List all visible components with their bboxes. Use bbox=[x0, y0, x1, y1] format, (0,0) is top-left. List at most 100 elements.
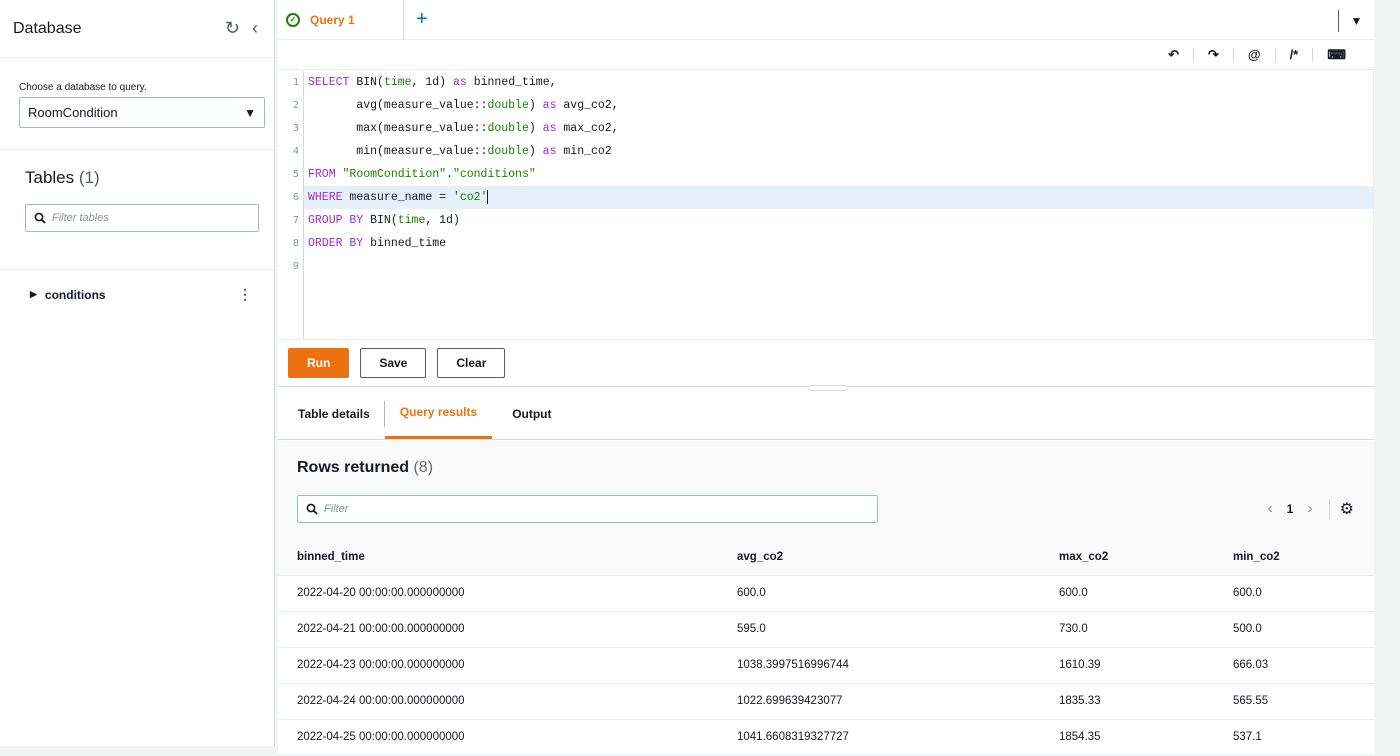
table-cell: 1038.3997516996744 bbox=[718, 647, 1040, 684]
code-token: max_co2, bbox=[556, 122, 619, 135]
rows-returned-title: Rows returned (8) bbox=[297, 459, 433, 477]
query-editor-main: ✓ Query 1 + ▼ ↶ ↷ @ /* ⌨ 1 2 3 4 5 6 7 8 9 SELEC… bbox=[278, 0, 1374, 756]
line-number-gutter: 1 2 3 4 5 6 7 8 9 bbox=[278, 71, 304, 339]
code-token: min bbox=[308, 145, 378, 158]
code-token: GROUP BY bbox=[308, 214, 364, 227]
sidebar-title: Database bbox=[13, 19, 82, 37]
code-token: ORDER BY bbox=[308, 237, 364, 250]
tab-query-1[interactable]: ✓ Query 1 bbox=[278, 0, 404, 40]
line-number: 8 bbox=[292, 238, 299, 249]
column-header[interactable]: avg_co2 bbox=[718, 539, 1040, 576]
table-cell: 600.0 bbox=[1214, 575, 1374, 612]
code-token: as bbox=[535, 122, 557, 135]
page-scrollbar[interactable] bbox=[1374, 0, 1400, 746]
caret-down-icon: ▼ bbox=[1350, 14, 1363, 28]
insert-variable-icon[interactable]: @ bbox=[1234, 47, 1276, 62]
tables-title: Tables (1) bbox=[25, 168, 258, 188]
column-header[interactable]: binned_time bbox=[278, 539, 718, 576]
code-token: 1d bbox=[425, 76, 440, 89]
table-cell: 2022-04-23 00:00:00.000000000 bbox=[278, 647, 718, 684]
code-token: time bbox=[397, 214, 426, 227]
table-cell: 600.0 bbox=[718, 575, 1040, 612]
database-select[interactable]: RoomCondition ▼ bbox=[19, 97, 265, 128]
text-cursor bbox=[487, 189, 489, 204]
tab-output[interactable]: Output bbox=[492, 388, 566, 439]
tab-table-details[interactable]: Table details bbox=[283, 388, 385, 439]
code-line[interactable]: GROUP BY BIN(time, 1d) bbox=[304, 209, 1373, 232]
code-area[interactable]: SELECT BIN(time, 1d) as binned_time, avg… bbox=[304, 71, 1373, 278]
page-number[interactable]: 1 bbox=[1281, 502, 1300, 516]
table-cell: 1610.39 bbox=[1040, 647, 1214, 684]
query-tab-bar: ✓ Query 1 + ▼ bbox=[278, 0, 1374, 40]
next-page-icon[interactable]: › bbox=[1299, 500, 1320, 518]
code-token: ( bbox=[377, 76, 384, 89]
table-cell: 1835.33 bbox=[1040, 683, 1214, 720]
redo-icon[interactable]: ↷ bbox=[1194, 47, 1234, 62]
code-token: , bbox=[411, 76, 426, 89]
keyboard-icon[interactable]: ⌨ bbox=[1313, 47, 1360, 62]
database-label: Choose a database to query. bbox=[19, 82, 147, 93]
code-line[interactable]: max(measure_value::double) as max_co2, bbox=[304, 117, 1373, 140]
table-row: 2022-04-21 00:00:00.000000000 595.0 730.… bbox=[278, 611, 1374, 648]
line-number: 3 bbox=[292, 123, 299, 134]
code-line[interactable]: avg(measure_value::double) as avg_co2, bbox=[304, 94, 1373, 117]
table-cell: 2022-04-25 00:00:00.000000000 bbox=[278, 719, 718, 756]
code-token: binned_time, bbox=[466, 76, 557, 89]
add-tab-icon[interactable]: + bbox=[416, 8, 428, 31]
tree-item-conditions[interactable]: ▶ conditions ⋮ bbox=[0, 270, 274, 303]
gear-icon[interactable]: ⚙ bbox=[1328, 499, 1354, 519]
table-cell: 595.0 bbox=[718, 611, 1040, 648]
column-header[interactable]: min_co2 bbox=[1214, 539, 1374, 576]
code-token: measure_value:: bbox=[383, 99, 488, 112]
table-cell: 1022.699639423077 bbox=[718, 683, 1040, 720]
refresh-icon[interactable]: ↻ bbox=[225, 18, 240, 39]
table-cell: 2022-04-21 00:00:00.000000000 bbox=[278, 611, 718, 648]
clear-button[interactable]: Clear bbox=[437, 348, 506, 378]
code-line[interactable]: SELECT BIN(time, 1d) as binned_time, bbox=[304, 71, 1373, 94]
sql-editor[interactable]: 123456789 SELECT BIN(time, 1d) as binned… bbox=[278, 71, 1374, 339]
results-table: binned_time avg_co2 max_co2 min_co2 2022… bbox=[278, 539, 1374, 756]
code-line[interactable]: ORDER BY binned_time bbox=[304, 232, 1373, 255]
results-filter-input[interactable]: Filter bbox=[297, 495, 878, 523]
column-header[interactable]: max_co2 bbox=[1040, 539, 1214, 576]
filter-tables-input[interactable]: Filter tables bbox=[25, 204, 259, 232]
line-number: 4 bbox=[292, 146, 299, 157]
previous-page-icon[interactable]: ‹ bbox=[1259, 500, 1280, 518]
status-success-icon: ✓ bbox=[286, 12, 300, 27]
code-token: ) bbox=[528, 145, 536, 158]
table-cell: 1041.6608319327727 bbox=[718, 719, 1040, 756]
rows-returned-count: (8) bbox=[413, 459, 434, 476]
comment-icon[interactable]: /* bbox=[1276, 47, 1314, 62]
run-button[interactable]: Run bbox=[288, 348, 350, 378]
code-token: WHERE bbox=[308, 191, 343, 204]
code-line[interactable]: FROM "RoomCondition"."conditions" bbox=[304, 163, 1373, 186]
tab-menu-button[interactable]: ▼ bbox=[1338, 10, 1374, 32]
pagination: ‹ 1 › ⚙ bbox=[1259, 499, 1354, 519]
line-number: 6 bbox=[292, 192, 299, 203]
collapse-chevron-icon[interactable]: ‹ bbox=[252, 18, 258, 39]
tab-query-results[interactable]: Query results bbox=[384, 388, 493, 439]
line-number: 5 bbox=[292, 169, 299, 180]
table-cell: 500.0 bbox=[1214, 611, 1374, 648]
table-row: 2022-04-20 00:00:00.000000000 600.0 600.… bbox=[278, 575, 1374, 612]
code-token: time bbox=[383, 76, 412, 89]
table-row: 2022-04-25 00:00:00.000000000 1041.66083… bbox=[278, 719, 1374, 756]
code-token: ) bbox=[528, 122, 536, 135]
line-number: 9 bbox=[292, 261, 299, 272]
code-token: . bbox=[446, 168, 453, 181]
code-line[interactable] bbox=[304, 255, 1373, 278]
expand-triangle-icon[interactable]: ▶ bbox=[30, 289, 37, 300]
filter-tables-placeholder: Filter tables bbox=[52, 212, 109, 224]
result-tabs: Table details Query results Output bbox=[278, 388, 1374, 440]
save-button[interactable]: Save bbox=[360, 348, 427, 378]
code-line[interactable]: min(measure_value::double) as min_co2 bbox=[304, 140, 1373, 163]
code-token: double bbox=[487, 99, 529, 112]
table-cell: 1854.35 bbox=[1040, 719, 1214, 756]
table-cell: 565.55 bbox=[1214, 683, 1374, 720]
table-header-row: binned_time avg_co2 max_co2 min_co2 bbox=[278, 539, 1374, 576]
table-cell: 600.0 bbox=[1040, 575, 1214, 612]
undo-icon[interactable]: ↶ bbox=[1154, 47, 1194, 62]
results-filter-placeholder: Filter bbox=[324, 503, 349, 515]
more-options-icon[interactable]: ⋮ bbox=[238, 286, 252, 303]
code-line[interactable]: WHERE measure_name = 'co2' bbox=[304, 186, 1373, 209]
